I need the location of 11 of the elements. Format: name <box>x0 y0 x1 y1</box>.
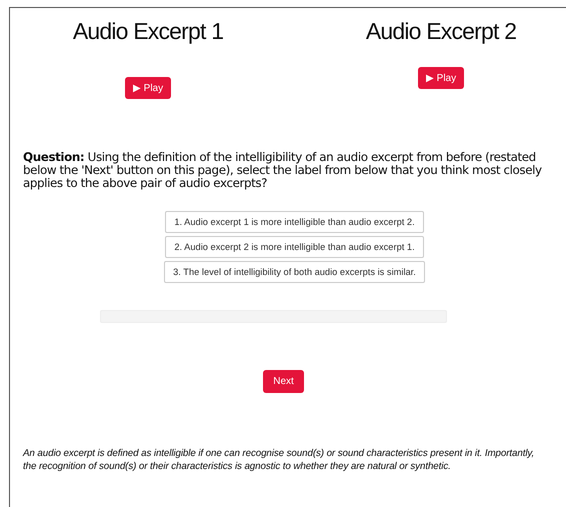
definition-text: An audio excerpt is defined as intelligible if one can recognise sound(s) or sound characteristics present in it. Importantly, <box>23 448 536 459</box>
next-button[interactable]: Next <box>263 370 304 393</box>
answer-option[interactable]: 1. Audio excerpt 1 is more intelligible than audio excerpt 2. <box>165 211 424 233</box>
play-button[interactable]: ▶ Play <box>124 77 172 99</box>
excerpt-title: Audio Excerpt 1 <box>72 18 224 45</box>
answer-option[interactable]: 2. Audio excerpt 2 is more intelligible than audio excerpt 1. <box>165 236 424 258</box>
play-button[interactable]: ▶ Play <box>418 67 464 89</box>
definition-text: the recognition of sound(s) or their characteristics is agnostic to whether they are natural or synthetic. <box>23 461 452 472</box>
question-text: Question: Using the definition of the intelligibility of an audio excerpt from before (restated below the 'Next' button on this page), select the label from below that you think most closely applies to the above pair of audio excerpts? <box>23 151 543 190</box>
excerpt-title: Audio Excerpt 2 <box>366 18 516 45</box>
answer-option[interactable]: 3. The level of intelligibility of both audio excerpts is similar. <box>164 261 425 283</box>
